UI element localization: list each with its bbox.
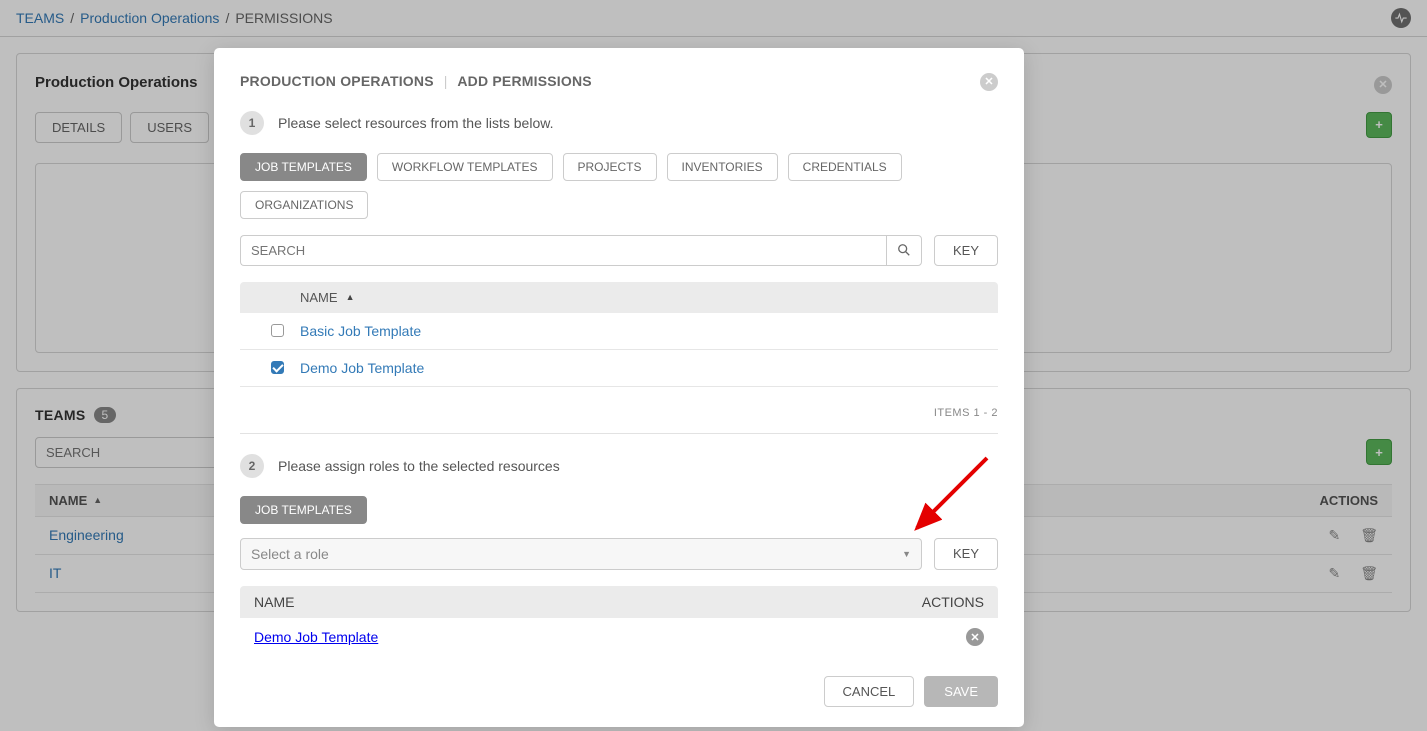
cancel-button[interactable]: CANCEL: [824, 676, 915, 707]
row-checkbox[interactable]: [271, 361, 284, 374]
search-icon: [897, 243, 911, 257]
col-name-header: NAME: [254, 594, 294, 610]
remove-selected-icon[interactable]: ✕: [966, 628, 984, 647]
modal-close-icon[interactable]: ✕: [980, 72, 998, 91]
modal-title-action: ADD PERMISSIONS: [457, 73, 591, 89]
resource-link[interactable]: Demo Job Template: [300, 360, 424, 376]
modal-title-team: PRODUCTION OPERATIONS: [240, 73, 434, 89]
divider: [240, 433, 998, 434]
pill-credentials[interactable]: CREDENTIALS: [788, 153, 902, 181]
add-permissions-modal: PRODUCTION OPERATIONS | ADD PERMISSIONS …: [214, 48, 1024, 727]
resource-link[interactable]: Basic Job Template: [300, 323, 421, 339]
chevron-down-icon: ▼: [902, 549, 911, 559]
role-select-placeholder: Select a role: [251, 546, 329, 562]
list-item: Demo Job Template: [240, 350, 998, 387]
row-checkbox[interactable]: [271, 324, 284, 337]
role-select[interactable]: Select a role ▼: [240, 538, 922, 570]
pill-inventories[interactable]: INVENTORIES: [667, 153, 778, 181]
resource-list-header: NAME ▲: [240, 282, 998, 313]
pill-projects[interactable]: PROJECTS: [563, 153, 657, 181]
search-button[interactable]: [886, 235, 922, 266]
selected-resource-pill[interactable]: JOB TEMPLATES: [240, 496, 367, 524]
selected-list-header: NAME ACTIONS: [240, 586, 998, 618]
key-button[interactable]: KEY: [934, 538, 998, 570]
list-item: Basic Job Template: [240, 313, 998, 350]
step-2: 2 Please assign roles to the selected re…: [240, 454, 998, 478]
step-2-badge: 2: [240, 454, 264, 478]
key-button[interactable]: KEY: [934, 235, 998, 266]
resource-type-tabs: JOB TEMPLATES WORKFLOW TEMPLATES PROJECT…: [240, 153, 998, 219]
selected-row: Demo Job Template ✕: [240, 618, 998, 657]
selected-resource-link[interactable]: Demo Job Template: [254, 629, 378, 645]
step-2-text: Please assign roles to the selected reso…: [278, 458, 560, 474]
pill-organizations[interactable]: ORGANIZATIONS: [240, 191, 368, 219]
pill-job-templates[interactable]: JOB TEMPLATES: [240, 153, 367, 181]
pill-workflow-templates[interactable]: WORKFLOW TEMPLATES: [377, 153, 553, 181]
modal-title-separator: |: [444, 73, 448, 89]
step-1-badge: 1: [240, 111, 264, 135]
col-name-header[interactable]: NAME: [300, 290, 338, 305]
items-count: ITEMS 1 - 2: [240, 407, 998, 419]
resource-search-input[interactable]: [240, 235, 886, 266]
step-1: 1 Please select resources from the lists…: [240, 111, 998, 135]
step-1-text: Please select resources from the lists b…: [278, 115, 553, 131]
col-actions-header: ACTIONS: [922, 594, 984, 610]
sort-asc-icon: ▲: [346, 292, 355, 302]
save-button[interactable]: SAVE: [924, 676, 998, 707]
